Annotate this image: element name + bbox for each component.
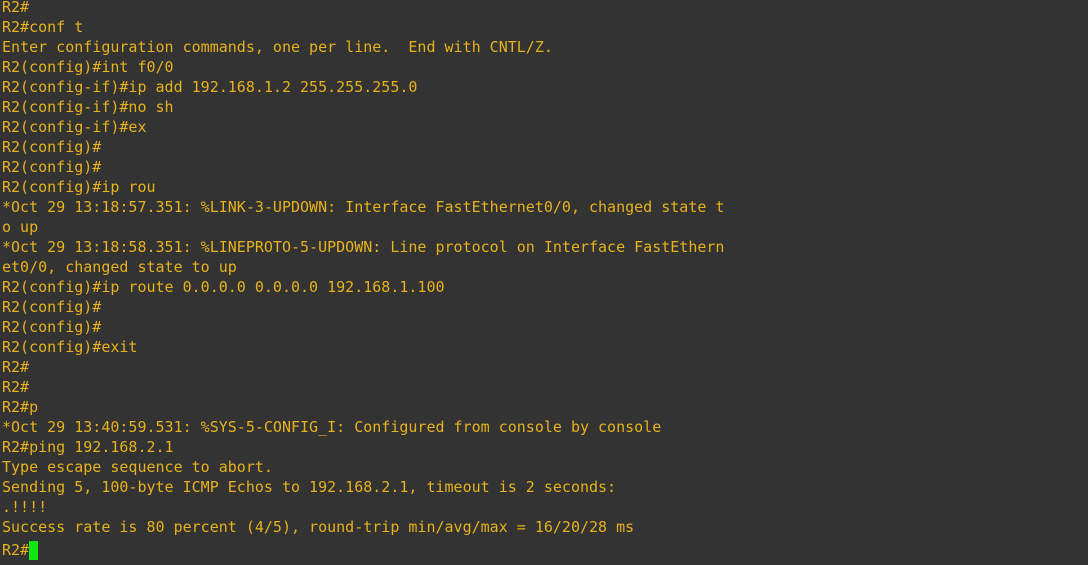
text-cursor — [29, 540, 39, 560]
terminal-output: R2# R2#conf t Enter configuration commands… — [2, 0, 1088, 537]
terminal-line: R2# — [2, 0, 30, 16]
current-prompt: R2# — [2, 541, 30, 559]
terminal-line: R2(config)#exit — [2, 338, 138, 356]
terminal-line: et0/0, changed state to up — [2, 258, 237, 276]
terminal-line: Sending 5, 100-byte ICMP Echos to 192.16… — [2, 478, 617, 496]
terminal-line: R2(config-if)#ex — [2, 118, 147, 136]
terminal-line: R2(config-if)#ip add 192.168.1.2 255.255… — [2, 78, 418, 96]
terminal-line: *Oct 29 13:40:59.531: %SYS-5-CONFIG_I: C… — [2, 418, 662, 436]
terminal-line: R2#ping 192.168.2.1 — [2, 438, 174, 456]
terminal-line: R2(config)#ip route 0.0.0.0 0.0.0.0 192.… — [2, 278, 445, 296]
terminal-window[interactable]: R2# R2#conf t Enter configuration commands… — [0, 0, 1088, 565]
terminal-line: R2(config)# — [2, 158, 102, 176]
terminal-line: o up — [2, 218, 39, 236]
terminal-line: Type escape sequence to abort. — [2, 458, 273, 476]
terminal-line: *Oct 29 13:18:57.351: %LINK-3-UPDOWN: In… — [2, 198, 725, 216]
terminal-line: R2# — [2, 358, 30, 376]
terminal-line: R2#p — [2, 398, 39, 416]
terminal-line: R2(config-if)#no sh — [2, 98, 174, 116]
terminal-line: Success rate is 80 percent (4/5), round-… — [2, 518, 635, 536]
terminal-line: R2(config)#ip rou — [2, 178, 156, 196]
terminal-line: R2(config)# — [2, 138, 102, 156]
terminal-line: R2#conf t — [2, 18, 84, 36]
terminal-input-line[interactable]: R2# — [2, 540, 1088, 560]
terminal-line: *Oct 29 13:18:58.351: %LINEPROTO-5-UPDOW… — [2, 238, 725, 256]
terminal-line: R2(config)# — [2, 318, 102, 336]
terminal-line: .!!!! — [2, 498, 48, 516]
terminal-line: Enter configuration commands, one per li… — [2, 38, 553, 56]
terminal-line: R2# — [2, 378, 30, 396]
terminal-line: R2(config)#int f0/0 — [2, 58, 174, 76]
terminal-line: R2(config)# — [2, 298, 102, 316]
